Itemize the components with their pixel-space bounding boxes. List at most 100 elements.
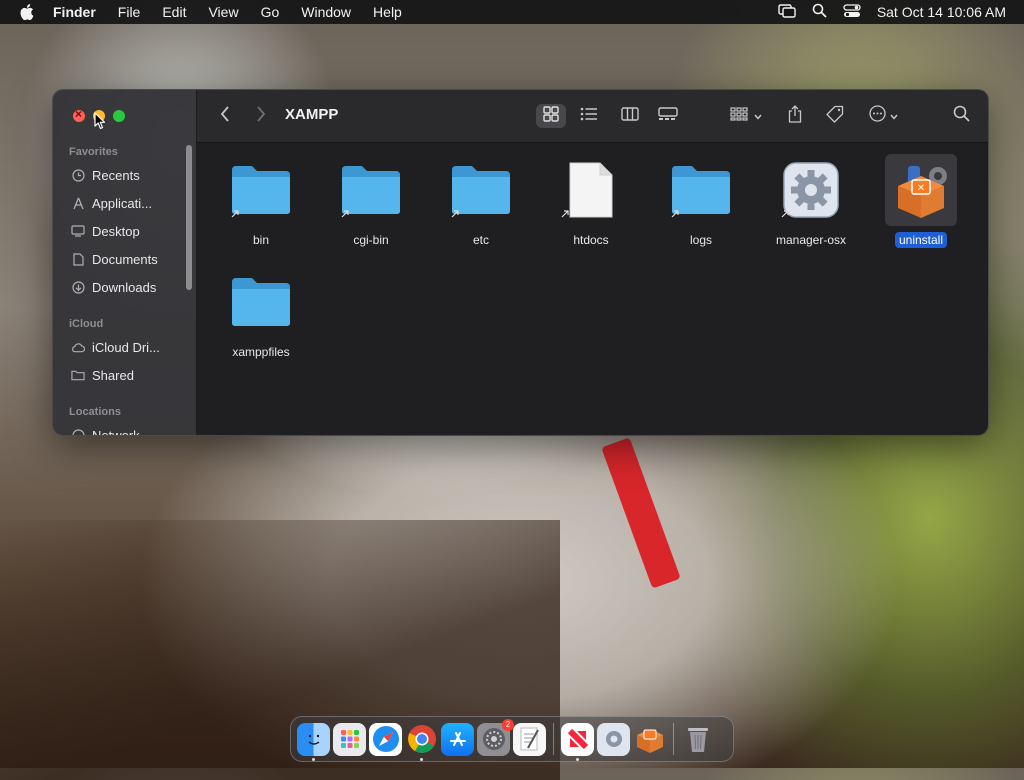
- menu-bar: Finder File Edit View Go Window Help Sat…: [0, 0, 1024, 24]
- finder-content: XAMPP bin cgi-bin etc htdocs logs manage…: [197, 90, 988, 435]
- clock-icon: [71, 168, 85, 182]
- file-name: uninstall: [894, 232, 948, 248]
- menu-window[interactable]: Window: [301, 4, 351, 20]
- applications-icon: [71, 196, 85, 210]
- xampp-uninstall-app-icon: ✕: [885, 154, 957, 226]
- file-name: xamppfiles: [232, 345, 290, 359]
- sidebar-item-recents[interactable]: Recents: [71, 165, 140, 185]
- window-title: XAMPP: [285, 106, 339, 123]
- menu-clock[interactable]: Sat Oct 14 10:06 AM: [877, 4, 1006, 20]
- folder-icon: [665, 154, 737, 226]
- column-view-button[interactable]: [615, 104, 645, 128]
- sidebar-section-locations: Locations: [69, 406, 121, 418]
- back-button[interactable]: [215, 104, 235, 128]
- folder-icon: [225, 154, 297, 226]
- file-name: cgi-bin: [353, 233, 389, 247]
- sidebar-item-label: Applicati...: [92, 195, 152, 211]
- alias-arrow-icon: [341, 205, 350, 218]
- dock-xampp-icon[interactable]: [633, 723, 666, 756]
- gallery-view-button[interactable]: [653, 104, 683, 128]
- file-item-logs[interactable]: logs: [651, 154, 751, 254]
- sidebar-item-applications[interactable]: Applicati...: [71, 193, 152, 213]
- dock-finder-icon[interactable]: [297, 722, 330, 761]
- folder-icon: [335, 154, 407, 226]
- document-file-icon: [555, 154, 627, 226]
- sidebar-scrollbar[interactable]: [186, 145, 192, 290]
- alias-arrow-icon: [561, 205, 570, 218]
- file-item-manager-osx[interactable]: manager-osx: [761, 154, 861, 254]
- file-item-cgi-bin[interactable]: cgi-bin: [321, 154, 421, 254]
- dock-trash-icon[interactable]: [681, 723, 714, 756]
- sidebar-item-shared[interactable]: Shared: [71, 365, 134, 385]
- sidebar-item-label: Recents: [92, 167, 140, 183]
- finder-toolbar: XAMPP: [197, 90, 988, 143]
- screen-mirroring-icon[interactable]: [778, 3, 796, 21]
- alias-arrow-icon: [231, 205, 240, 218]
- zoom-window-button[interactable]: [113, 110, 125, 122]
- dock-chrome-icon[interactable]: [405, 723, 438, 761]
- sidebar-section-favorites: Favorites: [69, 146, 118, 158]
- menu-file[interactable]: File: [118, 4, 141, 20]
- tags-button[interactable]: [823, 104, 847, 128]
- dock-manager-osx-icon[interactable]: [597, 722, 630, 756]
- share-button[interactable]: [783, 104, 807, 128]
- forward-button[interactable]: [251, 104, 271, 128]
- file-item-uninstall[interactable]: ✕ uninstall: [871, 154, 971, 254]
- file-item-bin[interactable]: bin: [211, 154, 311, 254]
- ellipsis-circle-icon: [868, 105, 886, 127]
- sidebar-item-icloud-drive[interactable]: iCloud Dri...: [71, 337, 160, 357]
- search-button[interactable]: [949, 104, 973, 128]
- sidebar-item-label: Network: [92, 427, 140, 436]
- dock-separator: [553, 723, 554, 755]
- chevron-left-icon: [220, 105, 230, 127]
- sidebar-item-network[interactable]: Network: [71, 425, 140, 436]
- file-item-htdocs[interactable]: htdocs: [541, 154, 641, 254]
- folder-icon: [445, 154, 517, 226]
- dock-news-icon[interactable]: [561, 722, 594, 761]
- icon-view-button[interactable]: [536, 104, 566, 128]
- running-indicator: [420, 757, 423, 761]
- alias-arrow-icon: [671, 205, 680, 218]
- finder-window: Favorites Recents Applicati... Desktop D…: [52, 89, 989, 436]
- apple-menu-icon[interactable]: [17, 0, 37, 24]
- file-name: etc: [472, 233, 489, 247]
- chevron-down-icon: [889, 107, 898, 125]
- dock-textedit-icon[interactable]: [513, 722, 546, 756]
- close-window-button[interactable]: [73, 107, 85, 122]
- column-view-icon: [621, 106, 639, 126]
- running-indicator: [312, 757, 315, 761]
- spotlight-search-icon[interactable]: [812, 3, 827, 21]
- gallery-view-icon: [658, 106, 678, 126]
- sidebar-item-label: Documents: [92, 251, 158, 267]
- sidebar-item-downloads[interactable]: Downloads: [71, 277, 156, 297]
- dock-app-store-icon[interactable]: [441, 722, 474, 756]
- menu-edit[interactable]: Edit: [162, 4, 186, 20]
- document-icon: [71, 252, 85, 266]
- group-by-button[interactable]: [725, 104, 767, 128]
- sidebar-item-documents[interactable]: Documents: [71, 249, 158, 269]
- file-item-xamppfiles[interactable]: xamppfiles: [211, 266, 311, 366]
- cloud-icon: [71, 340, 85, 354]
- list-view-button[interactable]: [574, 104, 604, 128]
- chevron-down-icon: [754, 107, 762, 125]
- file-name: logs: [689, 233, 712, 247]
- file-name: htdocs: [573, 233, 609, 247]
- running-indicator: [576, 757, 579, 761]
- menu-app-name[interactable]: Finder: [53, 4, 96, 20]
- dock-safari-icon[interactable]: [369, 722, 402, 756]
- grid-view-icon: [543, 105, 559, 127]
- list-view-icon: [580, 107, 598, 126]
- desktop-icon: [71, 224, 85, 238]
- sidebar-item-desktop[interactable]: Desktop: [71, 221, 140, 241]
- finder-sidebar: Favorites Recents Applicati... Desktop D…: [53, 90, 197, 435]
- dock-system-settings-icon[interactable]: 2: [477, 718, 514, 756]
- dock-launchpad-icon[interactable]: [333, 722, 366, 756]
- menu-view[interactable]: View: [208, 4, 238, 20]
- menu-help[interactable]: Help: [373, 4, 402, 20]
- search-icon: [953, 105, 970, 127]
- sidebar-item-label: Desktop: [92, 223, 140, 239]
- control-center-icon[interactable]: [843, 3, 861, 21]
- file-item-etc[interactable]: etc: [431, 154, 531, 254]
- menu-go[interactable]: Go: [261, 4, 280, 20]
- more-actions-button[interactable]: [863, 104, 903, 128]
